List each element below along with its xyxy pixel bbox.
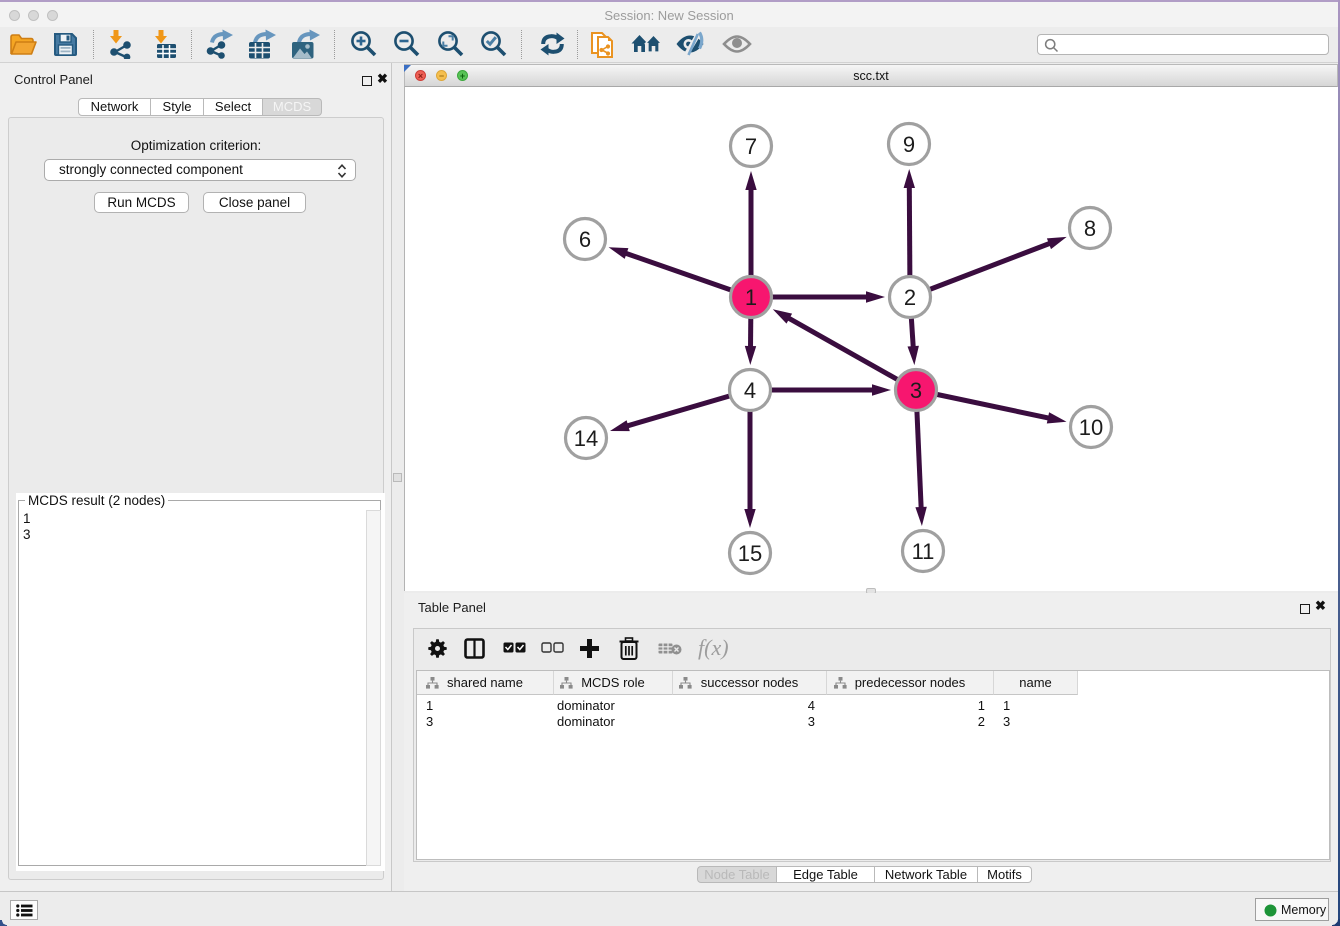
- svg-text:2: 2: [904, 285, 916, 310]
- svg-text:4: 4: [744, 378, 756, 403]
- svg-text:15: 15: [738, 541, 762, 566]
- svg-text:8: 8: [1084, 216, 1096, 241]
- svg-text:14: 14: [574, 426, 598, 451]
- svg-text:1: 1: [745, 285, 757, 310]
- svg-text:9: 9: [903, 132, 915, 157]
- svg-text:11: 11: [912, 539, 935, 564]
- svg-text:6: 6: [579, 227, 591, 252]
- svg-text:10: 10: [1079, 415, 1103, 440]
- svg-text:7: 7: [745, 134, 757, 159]
- svg-text:3: 3: [910, 378, 922, 403]
